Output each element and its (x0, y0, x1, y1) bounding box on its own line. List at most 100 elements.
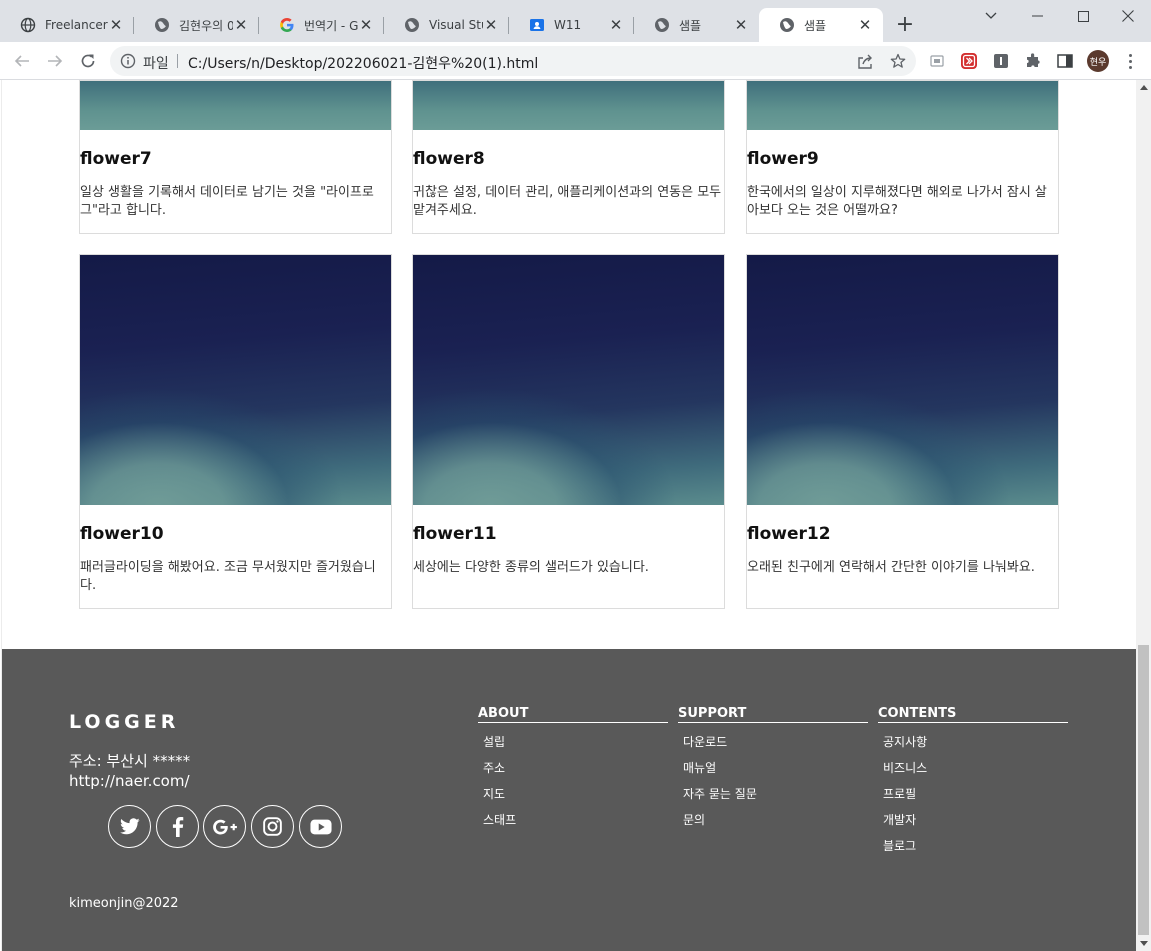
forward-arrow-icon[interactable] (43, 49, 67, 73)
card-image (413, 81, 724, 130)
scroll-down-arrow-icon[interactable] (1140, 941, 1148, 946)
bookmark-star-icon[interactable] (889, 52, 907, 70)
card-image (80, 81, 391, 130)
footer-column-heading: SUPPORT (678, 706, 868, 723)
footer-link[interactable]: 자주 묻는 질문 (683, 787, 868, 813)
tab-search-chevron-icon[interactable] (968, 0, 1014, 32)
tab-title: Visual Studi (429, 18, 483, 32)
footer-logo[interactable]: LOGGER (69, 711, 179, 733)
card-flower12[interactable]: flower12 오래된 친구에게 연락해서 간단한 이야기를 나눠봐요. (746, 254, 1059, 609)
kebab-menu-icon[interactable] (1122, 51, 1138, 71)
footer-address: 주소: 부산시 ***** (69, 752, 191, 770)
footer-link[interactable]: 매뉴얼 (683, 761, 868, 787)
tab-strip: Freelancer ✕ 김현우의 0 ✕ 번역기 - Go ✕ Visual … (0, 0, 1151, 42)
globe-icon (779, 17, 795, 33)
globe-icon (154, 17, 170, 33)
card-title: flower7 (80, 149, 152, 169)
card-description: 귀찮은 설정, 데이터 관리, 애플리케이션과의 연동은 모두 맡겨주세요. (413, 185, 722, 218)
tab-translator[interactable]: 번역기 - Go ✕ (259, 8, 384, 42)
tab-kimhyunwoo[interactable]: 김현우의 0 ✕ (134, 8, 259, 42)
card-image (747, 81, 1058, 130)
tab-title: 샘플 (804, 18, 827, 33)
footer-link[interactable]: 비즈니스 (883, 761, 1068, 787)
footer-link[interactable]: 스태프 (483, 813, 668, 839)
browser-toolbar: 파일 C:/Users/n/Desktop/202206021-김현우%20(1… (0, 42, 1151, 80)
footer-link[interactable]: 주소 (483, 761, 668, 787)
footer-link[interactable]: 개발자 (883, 813, 1068, 839)
google-plus-icon[interactable] (203, 805, 246, 848)
card-title: flower11 (413, 524, 497, 544)
tab-title: Freelancer (45, 18, 108, 32)
side-panel-icon[interactable] (1055, 51, 1075, 71)
close-tab-icon[interactable]: ✕ (233, 16, 249, 34)
close-tab-icon[interactable]: ✕ (108, 16, 124, 34)
footer-column-about: ABOUT 설립 주소 지도 스태프 (478, 706, 668, 839)
close-window-icon[interactable] (1105, 0, 1151, 32)
tab-title: 샘플 (679, 18, 702, 33)
card-description: 오래된 친구에게 연락해서 간단한 이야기를 나눠봐요. (747, 560, 1035, 575)
footer-link[interactable]: 블로그 (883, 839, 1068, 865)
tab-title: 번역기 - Go (304, 18, 358, 33)
facebook-icon[interactable] (156, 805, 199, 848)
close-tab-icon[interactable]: ✕ (857, 16, 873, 34)
scrollbar-thumb[interactable] (1138, 645, 1149, 935)
minimize-icon[interactable] (1014, 0, 1060, 32)
tab-sample-1[interactable]: 샘플 ✕ (634, 8, 759, 42)
back-arrow-icon[interactable] (10, 49, 34, 73)
globe-icon (404, 17, 420, 33)
url-text[interactable]: C:/Users/n/Desktop/202206021-김현우%20(1).h… (188, 53, 538, 73)
classroom-icon (529, 17, 545, 33)
card-image (413, 255, 724, 505)
new-tab-plus-icon[interactable]: + (894, 14, 916, 36)
card-description: 패러글라이딩을 해봤어요. 조금 무서웠지만 즐거웠습니다. (80, 560, 376, 593)
card-flower8[interactable]: flower8 귀찮은 설정, 데이터 관리, 애플리케이션과의 연동은 모두 … (412, 80, 725, 234)
cast-extension-icon[interactable] (927, 51, 947, 71)
tab-title: W11 (554, 18, 582, 32)
tab-freelancer[interactable]: Freelancer ✕ (0, 8, 134, 42)
address-bar[interactable]: 파일 C:/Users/n/Desktop/202206021-김현우%20(1… (110, 46, 916, 76)
footer-column-heading: ABOUT (478, 706, 668, 723)
extensions-puzzle-icon[interactable] (1023, 51, 1043, 71)
close-tab-icon[interactable]: ✕ (733, 16, 749, 34)
info-extension-icon[interactable] (991, 51, 1011, 71)
card-flower11[interactable]: flower11 세상에는 다양한 종류의 샐러드가 있습니다. (412, 254, 725, 609)
tab-sample-active[interactable]: 샘플 ✕ (759, 8, 883, 42)
file-scheme-label: 파일 (143, 56, 169, 72)
tab-visual-studio[interactable]: Visual Studi ✕ (384, 8, 509, 42)
footer-link[interactable]: 공지사항 (883, 735, 1068, 761)
instagram-icon[interactable] (251, 805, 294, 848)
vertical-scrollbar[interactable] (1136, 80, 1151, 951)
card-flower10[interactable]: flower10 패러글라이딩을 해봤어요. 조금 무서웠지만 즐거웠습니다. (79, 254, 392, 609)
card-title: flower10 (80, 524, 164, 544)
page-viewport: flower7 일상 생활을 기록해서 데이터로 남기는 것을 "라이프로그"라… (1, 80, 1136, 951)
close-tab-icon[interactable]: ✕ (483, 16, 499, 34)
footer-link[interactable]: 지도 (483, 787, 668, 813)
reload-icon[interactable] (76, 49, 100, 73)
scroll-up-arrow-icon[interactable] (1140, 85, 1148, 90)
footer-link[interactable]: 프로필 (883, 787, 1068, 813)
twitter-icon[interactable] (108, 805, 151, 848)
footer-column-support: SUPPORT 다운로드 매뉴얼 자주 묻는 질문 문의 (678, 706, 868, 839)
card-flower9[interactable]: flower9 한국에서의 일상이 지루해졌다면 해외로 나가서 잠시 살아보다… (746, 80, 1059, 234)
card-flower7[interactable]: flower7 일상 생활을 기록해서 데이터로 남기는 것을 "라이프로그"라… (79, 80, 392, 234)
profile-avatar[interactable]: 현우 (1087, 50, 1109, 72)
footer-url[interactable]: http://naer.com/ (69, 772, 190, 790)
maximize-icon[interactable] (1060, 0, 1106, 32)
card-title: flower8 (413, 149, 485, 169)
globe-icon (20, 17, 36, 33)
globe-icon (654, 17, 670, 33)
video-extension-icon[interactable] (959, 51, 979, 71)
info-icon[interactable] (120, 53, 136, 74)
footer-column-contents: CONTENTS 공지사항 비즈니스 프로필 개발자 블로그 (878, 706, 1068, 865)
footer-link[interactable]: 다운로드 (683, 735, 868, 761)
share-icon[interactable] (856, 52, 874, 70)
copyright-text: kimeonjin@2022 (69, 896, 179, 911)
footer-column-heading: CONTENTS (878, 706, 1068, 723)
footer-link[interactable]: 문의 (683, 813, 868, 839)
footer-link[interactable]: 설립 (483, 735, 668, 761)
card-description: 한국에서의 일상이 지루해졌다면 해외로 나가서 잠시 살아보다 오는 것은 어… (747, 185, 1047, 218)
close-tab-icon[interactable]: ✕ (608, 16, 624, 34)
tab-w11[interactable]: W11 ✕ (509, 8, 634, 42)
youtube-icon[interactable] (299, 805, 342, 848)
close-tab-icon[interactable]: ✕ (358, 16, 374, 34)
